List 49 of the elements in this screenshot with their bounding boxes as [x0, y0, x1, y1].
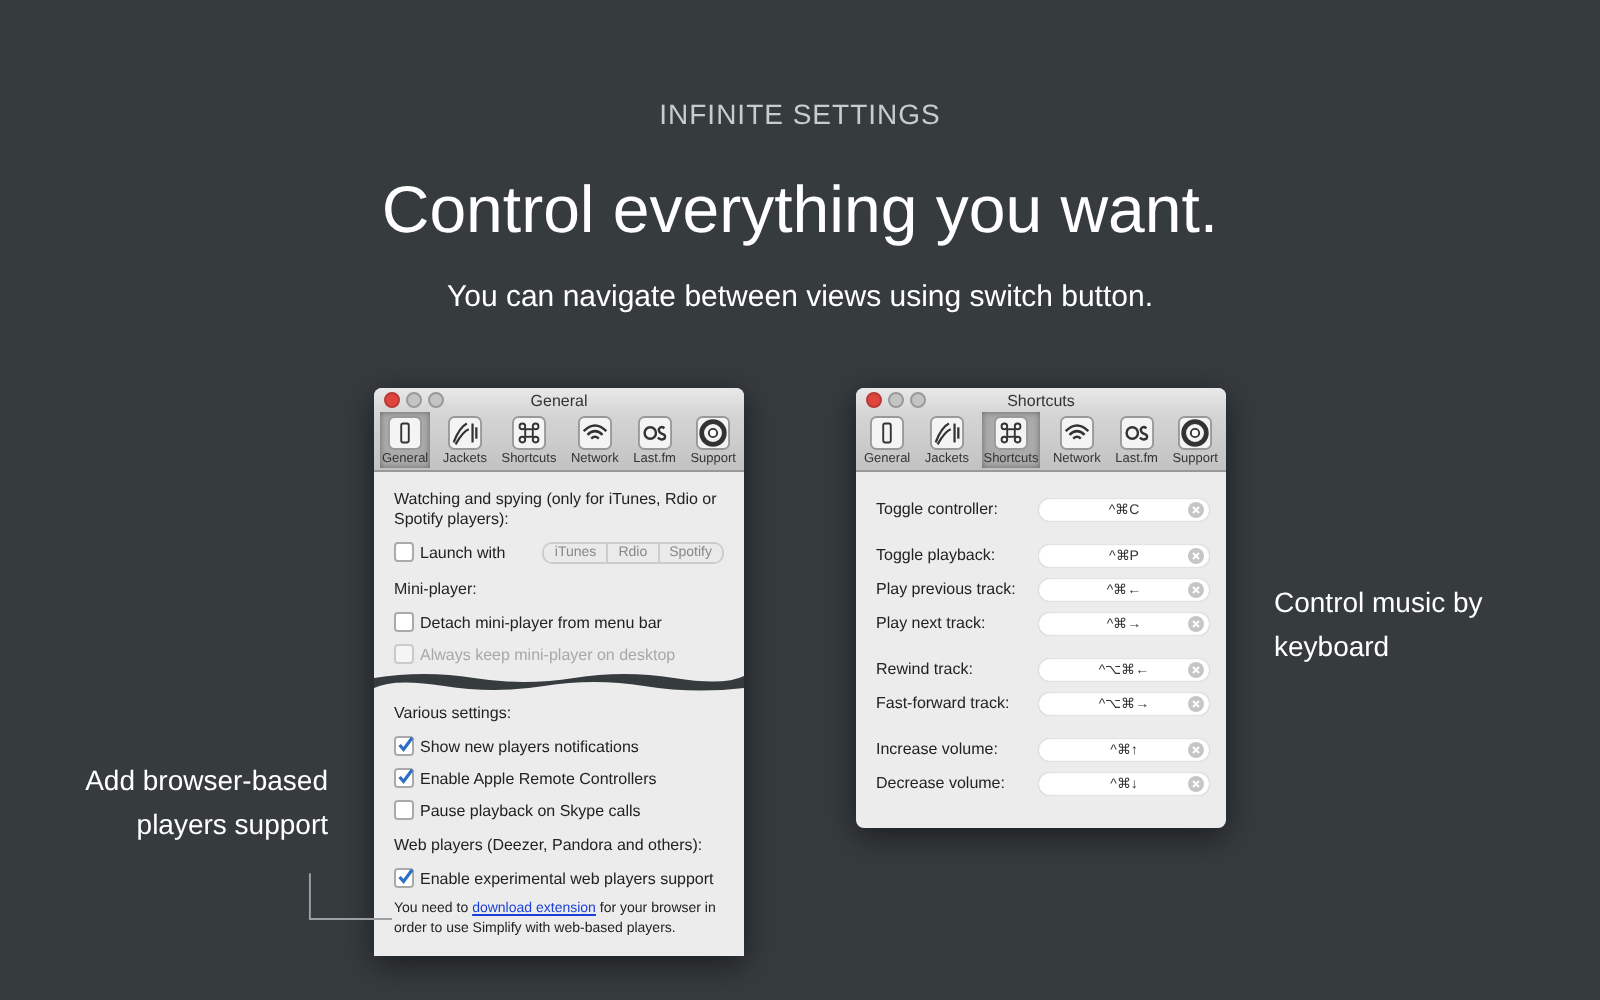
shortcut-label: Toggle playback:	[876, 546, 996, 564]
section-heading: Various settings:	[394, 704, 514, 724]
close-button[interactable]	[384, 392, 400, 408]
minimize-button[interactable]	[406, 392, 422, 408]
checkbox[interactable]	[394, 768, 414, 788]
section-heading: Watching and spying (only for iTunes, Rdio or Spotify players):	[394, 490, 719, 530]
clear-icon[interactable]	[1188, 615, 1204, 631]
clear-icon[interactable]	[1188, 547, 1204, 563]
checkbox[interactable]	[394, 612, 414, 632]
checkbox-label: Always keep mini-player on desktop	[420, 645, 676, 663]
clear-icon[interactable]	[1188, 581, 1204, 597]
feature-caption: Add browser-based players support	[83, 762, 328, 844]
checkbox[interactable]	[394, 542, 414, 562]
clear-icon[interactable]	[1188, 775, 1204, 791]
command-key-icon	[993, 416, 1028, 450]
device-icon	[388, 416, 423, 450]
shortcut-label: Rewind track:	[876, 660, 973, 678]
checkbox-label: Enable experimental web players support	[420, 869, 714, 887]
checkbox-label: Show new players notifications	[420, 737, 639, 755]
section-heading: Mini-player:	[394, 580, 479, 600]
feature-caption: Control music by keyboard	[1274, 584, 1485, 666]
checkbox[interactable]	[394, 800, 414, 820]
shortcut-label: Fast-forward track:	[876, 694, 1010, 712]
checkbox-label: Launch with	[420, 543, 506, 561]
headline: Control everything you want.	[379, 170, 1221, 250]
clear-icon[interactable]	[1188, 741, 1204, 757]
close-button[interactable]	[866, 392, 882, 408]
leader-line	[308, 872, 392, 924]
shortcut-label: Decrease volume:	[876, 774, 1005, 792]
checkbox-label: Enable Apple Remote Controllers	[420, 769, 657, 787]
section-label: INFINITE SETTINGS	[657, 98, 943, 130]
window-title: Shortcuts	[1005, 391, 1077, 409]
clear-icon[interactable]	[1188, 695, 1204, 711]
shortcut-label: Toggle controller:	[876, 500, 998, 518]
shortcut-label: Play previous track:	[876, 580, 1016, 598]
clear-icon[interactable]	[1188, 661, 1204, 677]
minimize-button[interactable]	[888, 392, 904, 408]
checkbox[interactable]	[394, 736, 414, 756]
clear-icon[interactable]	[1188, 501, 1204, 517]
section-heading: Web players (Deezer, Pandora and others):	[394, 836, 705, 856]
checkbox[interactable]	[394, 868, 414, 888]
checkbox-label: Pause playback on Skype calls	[420, 801, 641, 819]
shortcut-label: Increase volume:	[876, 740, 998, 758]
zoom-button[interactable]	[910, 392, 926, 408]
zoom-button[interactable]	[428, 392, 444, 408]
subheadline: You can navigate between views using switch button.	[444, 280, 1155, 314]
window-title: General	[528, 391, 590, 409]
checkbox-label: Detach mini-player from menu bar	[420, 613, 662, 631]
shortcut-label: Play next track:	[876, 614, 986, 632]
